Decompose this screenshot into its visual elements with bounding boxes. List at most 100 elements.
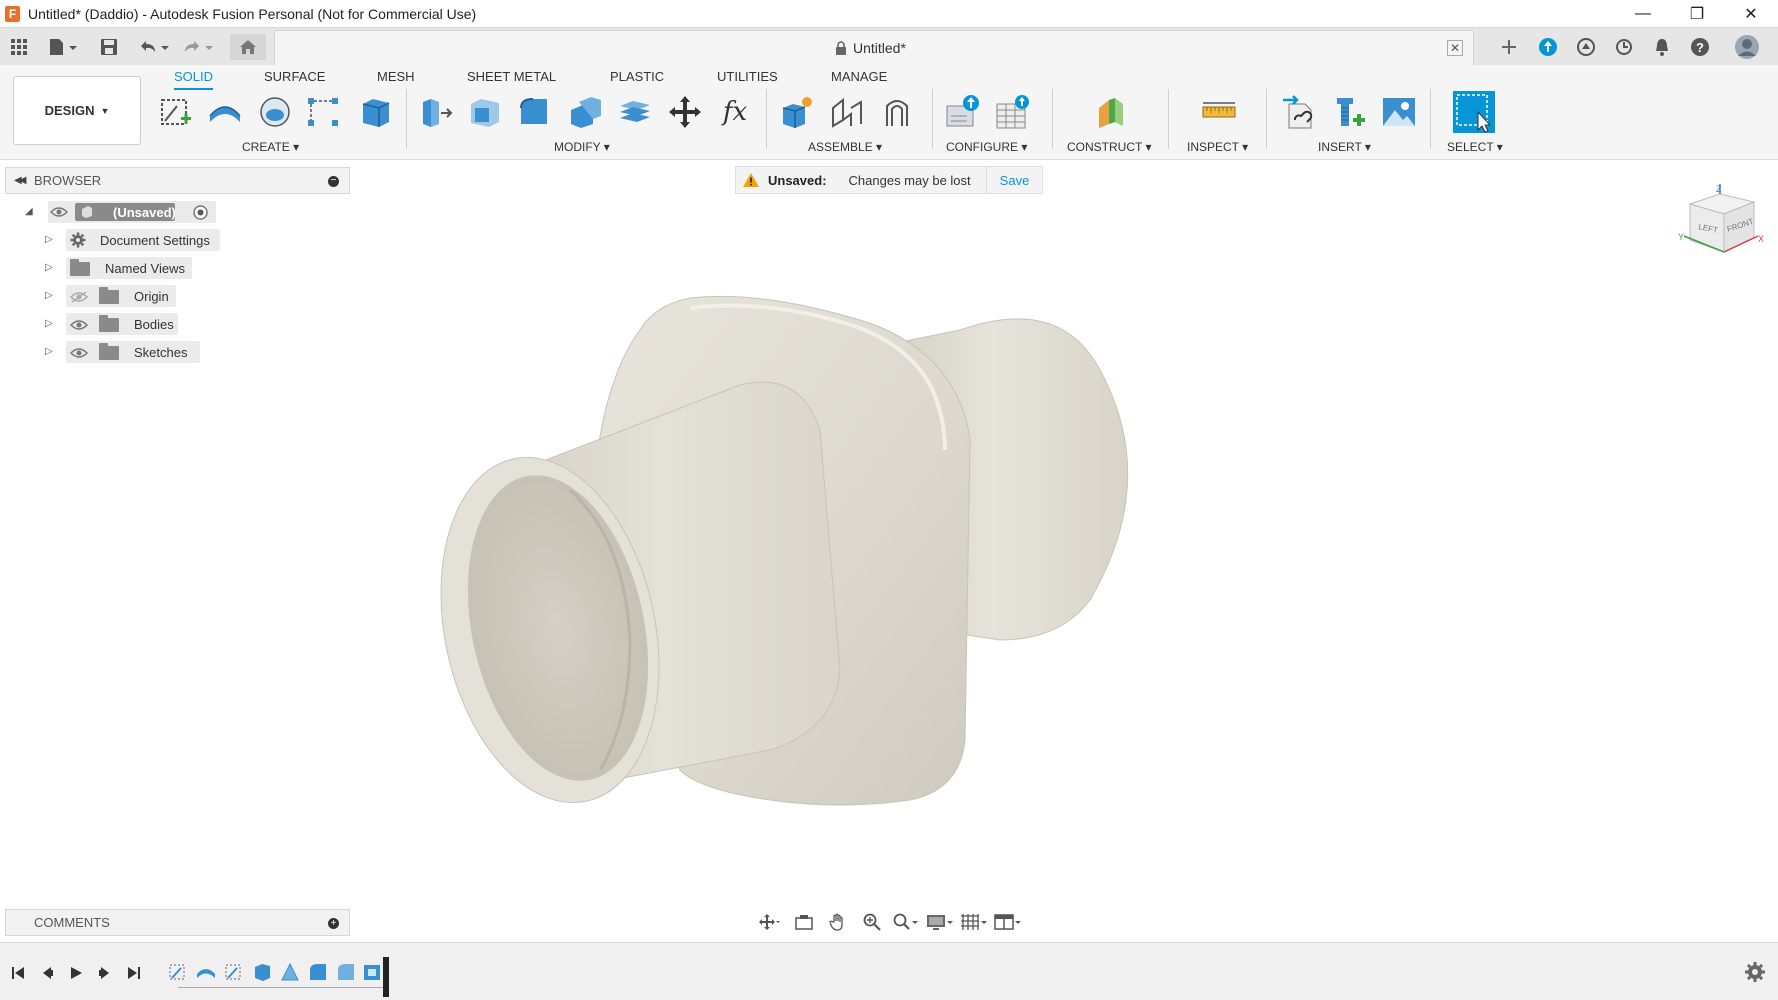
save-button[interactable]: Save [986, 167, 1042, 193]
timeline-settings-gear-icon[interactable] [1744, 961, 1766, 983]
timeline-fillet-icon[interactable] [336, 962, 356, 982]
app-grid-icon[interactable] [8, 34, 30, 60]
look-at-icon[interactable] [790, 911, 818, 933]
press-pull-icon[interactable] [416, 93, 454, 131]
browser-pin-icon[interactable]: − [328, 176, 339, 187]
tab-surface[interactable]: SURFACE [264, 69, 325, 88]
expand-triangle-icon[interactable]: ▷ [45, 262, 53, 273]
create-sketch-icon[interactable] [156, 93, 194, 131]
undo-icon[interactable] [136, 34, 172, 60]
activate-radio-icon[interactable] [193, 205, 208, 220]
orbit-icon[interactable] [756, 911, 784, 933]
extensions-icon[interactable] [1574, 34, 1598, 60]
fit-zoom-window-icon[interactable] [892, 911, 920, 933]
add-comment-icon[interactable]: + [328, 918, 339, 929]
shell-combine-icon[interactable] [566, 93, 604, 131]
close-button[interactable]: ✕ [1724, 0, 1778, 27]
expand-triangle-icon[interactable]: ▷ [45, 234, 53, 245]
as-built-joint-icon[interactable] [878, 93, 916, 131]
browser-header[interactable]: ◀◀ BROWSER − [5, 167, 350, 194]
step-forward-icon[interactable] [95, 963, 115, 983]
svg-text:?: ? [1696, 40, 1704, 55]
select-icon[interactable] [1452, 90, 1496, 134]
expand-triangle-icon[interactable]: ▷ [45, 290, 53, 301]
document-tab[interactable]: Untitled* ✕ [274, 30, 1474, 66]
tab-utilities[interactable]: UTILITIES [717, 69, 778, 88]
joint-icon[interactable] [828, 93, 866, 131]
file-menu-icon[interactable] [46, 34, 80, 60]
visibility-hidden-eye-icon[interactable] [70, 291, 88, 303]
parameters-fx-icon[interactable]: fx [716, 93, 754, 131]
configuration-table-icon[interactable] [994, 93, 1032, 131]
collapse-triangle-icon[interactable]: ◢ [25, 206, 33, 217]
group-construct[interactable]: CONSTRUCT ▾ [1067, 140, 1151, 154]
group-select[interactable]: SELECT ▾ [1447, 140, 1503, 154]
group-insert[interactable]: INSERT ▾ [1318, 140, 1371, 154]
move-copy-icon[interactable] [666, 93, 704, 131]
3d-model-viewport[interactable] [440, 290, 1270, 830]
minimize-button[interactable]: — [1616, 0, 1670, 27]
timeline-shell-icon[interactable] [362, 962, 382, 982]
insert-derive-icon[interactable] [1280, 93, 1318, 131]
play-icon[interactable] [66, 963, 86, 983]
workspace-switcher[interactable]: DESIGN ▼ [13, 76, 141, 145]
document-tab-close-button[interactable]: ✕ [1447, 40, 1463, 56]
timeline-extrude-icon[interactable] [252, 962, 272, 982]
help-icon[interactable]: ? [1688, 34, 1712, 60]
group-assemble[interactable]: ASSEMBLE ▾ [808, 140, 882, 154]
tab-solid[interactable]: SOLID [174, 69, 214, 90]
restore-button[interactable]: ❐ [1670, 0, 1724, 27]
tab-mesh[interactable]: MESH [377, 69, 415, 88]
pattern-icon[interactable] [304, 93, 342, 131]
tab-plastic[interactable]: PLASTIC [610, 69, 664, 88]
visibility-eye-icon[interactable] [70, 319, 88, 331]
save-icon[interactable] [98, 34, 120, 60]
timeline-marker[interactable] [383, 957, 389, 997]
grid-settings-icon[interactable] [960, 911, 988, 933]
notifications-bell-icon[interactable] [1650, 34, 1674, 60]
revolve-icon[interactable] [256, 93, 294, 131]
visibility-eye-icon[interactable] [70, 347, 88, 359]
redo-icon[interactable] [180, 34, 216, 60]
timeline-sketch-icon[interactable] [168, 962, 188, 982]
timeline-draft-icon[interactable] [280, 962, 300, 982]
visibility-eye-icon[interactable] [50, 206, 68, 218]
step-back-icon[interactable] [37, 963, 57, 983]
new-component-icon[interactable] [778, 93, 816, 131]
insert-canvas-icon[interactable] [1380, 93, 1418, 131]
pan-hand-icon[interactable] [824, 911, 852, 933]
expand-triangle-icon[interactable]: ▷ [45, 346, 53, 357]
comments-panel[interactable]: COMMENTS + [5, 909, 350, 936]
history-clock-icon[interactable] [1612, 34, 1636, 60]
timeline-sketch-icon[interactable] [224, 962, 244, 982]
timeline-revolve-icon[interactable] [196, 962, 216, 982]
group-inspect[interactable]: INSPECT ▾ [1187, 140, 1248, 154]
go-to-start-icon[interactable] [8, 963, 28, 983]
measure-icon[interactable] [1200, 93, 1238, 131]
insert-mcmaster-icon[interactable] [1330, 93, 1368, 131]
tab-manage[interactable]: MANAGE [831, 69, 887, 88]
go-to-end-icon[interactable] [124, 963, 144, 983]
collapse-panel-icon[interactable]: ◀◀ [14, 175, 27, 186]
configure-design-icon[interactable] [944, 93, 982, 131]
display-settings-icon[interactable] [926, 911, 954, 933]
extrude-sweep-icon[interactable] [206, 93, 244, 131]
viewports-icon[interactable] [994, 911, 1022, 933]
group-modify[interactable]: MODIFY ▾ [554, 140, 610, 154]
group-configure[interactable]: CONFIGURE ▾ [946, 140, 1027, 154]
view-cube[interactable]: LEFT FRONT Z X Y [1676, 184, 1766, 264]
user-avatar[interactable] [1732, 34, 1762, 60]
box-solid-icon[interactable] [356, 93, 394, 131]
split-body-icon[interactable] [616, 93, 654, 131]
job-status-icon[interactable] [1536, 34, 1560, 60]
new-tab-plus-icon[interactable] [1498, 34, 1520, 60]
chamfer-icon[interactable] [516, 93, 554, 131]
group-create[interactable]: CREATE ▾ [242, 140, 299, 154]
home-icon[interactable] [230, 34, 266, 60]
zoom-icon[interactable] [858, 911, 886, 933]
tab-sheet-metal[interactable]: SHEET METAL [467, 69, 556, 88]
fillet-icon[interactable] [466, 93, 504, 131]
offset-plane-icon[interactable] [1092, 93, 1130, 131]
timeline-fillet-icon[interactable] [308, 962, 328, 982]
expand-triangle-icon[interactable]: ▷ [45, 318, 53, 329]
